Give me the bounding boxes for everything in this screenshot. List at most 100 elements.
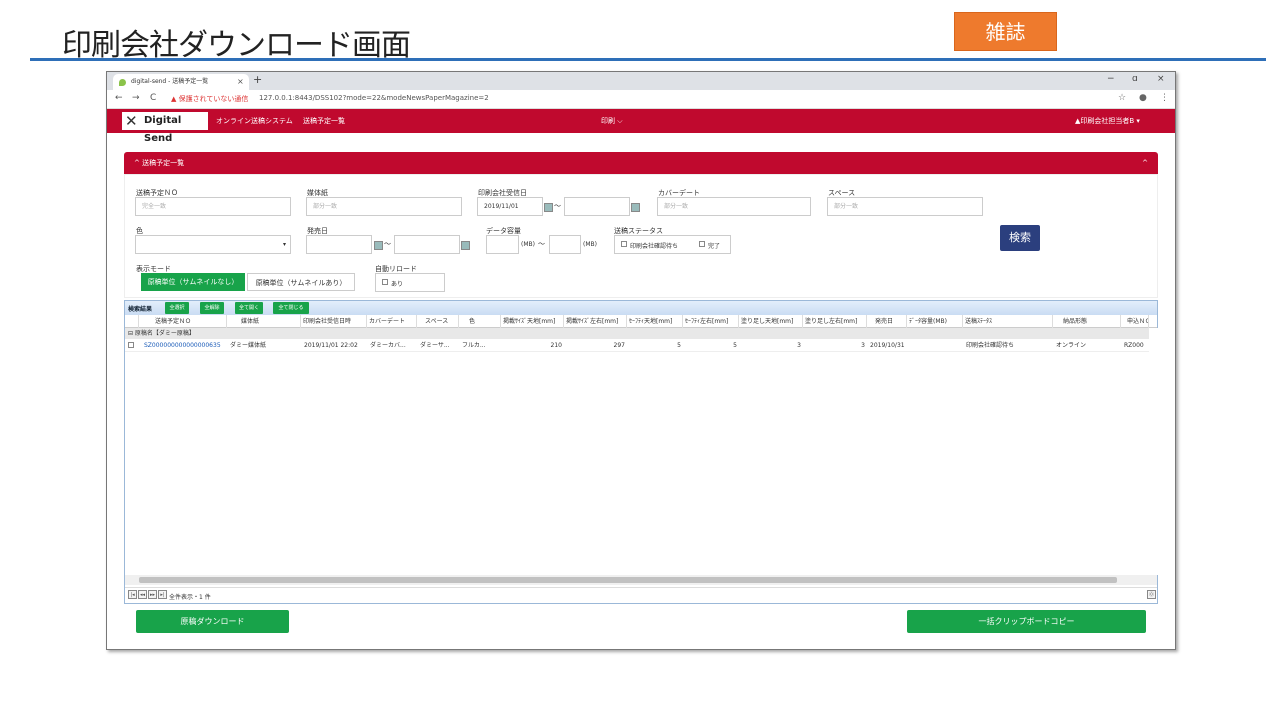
auto-reload-checkbox[interactable] xyxy=(382,279,388,285)
status-checkbox-pending[interactable] xyxy=(621,241,627,247)
prev-page-icon[interactable]: ◂◂ xyxy=(138,590,147,599)
status-checkbox-done[interactable] xyxy=(699,241,705,247)
range-separator: 〜 xyxy=(384,240,391,248)
column-header[interactable]: 発売日 xyxy=(867,315,907,328)
panel-header[interactable]: ^ 送稿予定一覧 ^ xyxy=(124,152,1158,174)
system-name: オンライン送稿システム xyxy=(216,117,293,125)
cell-safety-lr: 5 xyxy=(733,342,737,349)
auto-reload-option-label: あり xyxy=(391,281,404,288)
column-header[interactable]: 塗り足し左右[mm] xyxy=(803,315,867,328)
favicon-icon xyxy=(119,79,126,86)
space-input[interactable]: 部分一致 xyxy=(827,197,983,216)
vertical-scrollbar[interactable] xyxy=(1149,328,1158,575)
cell-bleed-lr: 3 xyxy=(861,342,865,349)
select-all-button[interactable]: 全選択 xyxy=(165,302,189,314)
cell-data-mb xyxy=(908,339,963,352)
calendar-icon[interactable] xyxy=(374,241,383,250)
column-header-checkbox[interactable] xyxy=(125,315,139,328)
forward-icon[interactable]: → xyxy=(132,93,140,103)
release-from-input[interactable] xyxy=(306,235,372,254)
column-header[interactable]: 印刷会社受信日時 xyxy=(301,315,367,328)
column-header[interactable]: ｾｰﾌﾃｨ天地[mm] xyxy=(627,315,683,328)
data-size-from-input[interactable] xyxy=(486,235,519,254)
collapse-icon[interactable]: ^ xyxy=(1142,152,1148,174)
horizontal-scrollbar[interactable] xyxy=(125,575,1157,585)
status-pending-label: 印刷会社確認待ち xyxy=(630,243,679,250)
back-icon[interactable]: ← xyxy=(115,93,123,103)
column-header[interactable]: 掲載ｻｲｽﾞ左右[mm] xyxy=(564,315,627,328)
calendar-icon[interactable] xyxy=(544,203,553,212)
group-row[interactable]: ⊟ 原稿名【ダミー原稿】 xyxy=(125,328,1157,339)
cover-date-input[interactable]: 部分一致 xyxy=(657,197,811,216)
calendar-icon[interactable] xyxy=(631,203,640,212)
column-header[interactable]: 掲載ｻｲｽﾞ天地[mm] xyxy=(501,315,564,328)
scrollbar-thumb[interactable] xyxy=(139,577,1117,583)
clipboard-copy-button[interactable]: 一括クリップボードコピー xyxy=(907,610,1146,633)
data-size-to-input[interactable] xyxy=(549,235,581,254)
info-icon[interactable]: ⓪ xyxy=(1147,590,1156,599)
maximize-icon[interactable]: ɑ xyxy=(1132,74,1138,84)
received-from-input[interactable]: 2019/11/01 xyxy=(477,197,543,216)
profile-icon[interactable]: ● xyxy=(1139,93,1147,103)
logo-mark-icon: ✕ xyxy=(125,112,138,130)
mode-no-thumbnail-button[interactable]: 原稿単位（サムネイルなし） xyxy=(141,273,245,291)
print-menu[interactable]: 印刷 ⌵ xyxy=(601,116,623,126)
panel-title: ^ 送稿予定一覧 xyxy=(134,159,185,167)
column-header[interactable]: ﾃﾞｰﾀ容量(MB) xyxy=(907,315,963,328)
next-page-icon[interactable]: ▸▸ xyxy=(148,590,157,599)
category-badge: 雑誌 xyxy=(954,12,1057,51)
app-logo[interactable]: ✕ Digital Send xyxy=(122,112,208,144)
column-header[interactable]: 送稿予定ＮＯ xyxy=(139,315,227,328)
browser-menu-icon[interactable]: ⋮ xyxy=(1160,93,1169,103)
user-menu[interactable]: ▲印刷会社担当者B ▾ xyxy=(1075,116,1140,126)
mode-thumbnail-button[interactable]: 原稿単位（サムネイルあり） xyxy=(247,273,355,291)
reload-icon[interactable]: C xyxy=(150,93,156,103)
cell-safety-tb: 5 xyxy=(677,342,681,349)
column-header[interactable]: カバーデート xyxy=(367,315,417,328)
range-separator: 〜 xyxy=(538,240,545,248)
security-warning[interactable]: ▲ 保護されていない通信 xyxy=(171,94,248,104)
cell-media: ダミー媒体紙 xyxy=(230,342,267,349)
send-no-input[interactable]: 完全一致 xyxy=(135,197,291,216)
chevron-down-icon: ▾ xyxy=(282,241,286,248)
search-button[interactable]: 検索 xyxy=(1000,225,1040,251)
color-select[interactable]: ▾ xyxy=(135,235,291,254)
media-input[interactable]: 部分一致 xyxy=(306,197,462,216)
column-header[interactable]: 納品形態 xyxy=(1053,315,1121,328)
collapse-all-button[interactable]: 全て閉じる xyxy=(273,302,309,314)
expand-all-button[interactable]: 全て開く xyxy=(235,302,263,314)
new-tab-icon[interactable]: + xyxy=(253,73,262,86)
range-separator: 〜 xyxy=(554,202,561,210)
first-page-icon[interactable]: |◂ xyxy=(128,590,137,599)
window-close-icon[interactable]: × xyxy=(1157,74,1165,84)
column-header[interactable]: 色 xyxy=(459,315,501,328)
column-header[interactable]: 塗り足し天地[mm] xyxy=(739,315,803,328)
browser-tab[interactable]: digital-send - 送稿予定一覧 × xyxy=(113,74,249,90)
url-text[interactable]: 127.0.0.1:8443/DSS102?mode=22&modeNewsPa… xyxy=(259,94,489,102)
tab-close-icon[interactable]: × xyxy=(237,74,244,90)
pager: |◂ ◂◂ ▸▸ ▸| 全件表示・1 件 ⓪ xyxy=(125,587,1157,603)
table-row[interactable]: SZ000000000000000635 ダミー媒体紙 2019/11/01 2… xyxy=(125,339,1157,352)
bookmark-star-icon[interactable]: ☆ xyxy=(1118,93,1126,103)
received-to-input[interactable] xyxy=(564,197,630,216)
logo-text: Digital Send xyxy=(144,115,182,144)
auto-reload-options: あり xyxy=(375,273,445,292)
results-grid: 検索結果 全選択 全解除 全て開く 全て閉じる 送稿予定ＮＯ 媒体紙 印刷会社受… xyxy=(124,300,1158,604)
nav-send-schedule[interactable]: 送稿予定一覧 xyxy=(303,116,345,126)
minimize-icon[interactable]: − xyxy=(1107,74,1115,84)
download-button[interactable]: 原稿ダウンロード xyxy=(136,610,289,633)
column-header[interactable]: 送稿ｽﾃｰﾀｽ xyxy=(963,315,1053,328)
title-divider xyxy=(30,58,1266,61)
column-header[interactable]: スペース xyxy=(417,315,459,328)
status-done-label: 完了 xyxy=(708,243,721,250)
release-to-input[interactable] xyxy=(394,235,460,254)
column-header[interactable]: ｾｰﾌﾃｨ左右[mm] xyxy=(683,315,739,328)
column-header[interactable]: 申込ＮＯ xyxy=(1121,315,1149,328)
send-no-link[interactable]: SZ000000000000000635 xyxy=(142,339,227,352)
column-header[interactable]: 媒体紙 xyxy=(227,315,301,328)
calendar-icon[interactable] xyxy=(461,241,470,250)
address-bar: ← → C ▲ 保護されていない通信 127.0.0.1:8443/DSS102… xyxy=(107,90,1175,109)
deselect-all-button[interactable]: 全解除 xyxy=(200,302,224,314)
last-page-icon[interactable]: ▸| xyxy=(158,590,167,599)
row-checkbox[interactable] xyxy=(128,342,134,348)
